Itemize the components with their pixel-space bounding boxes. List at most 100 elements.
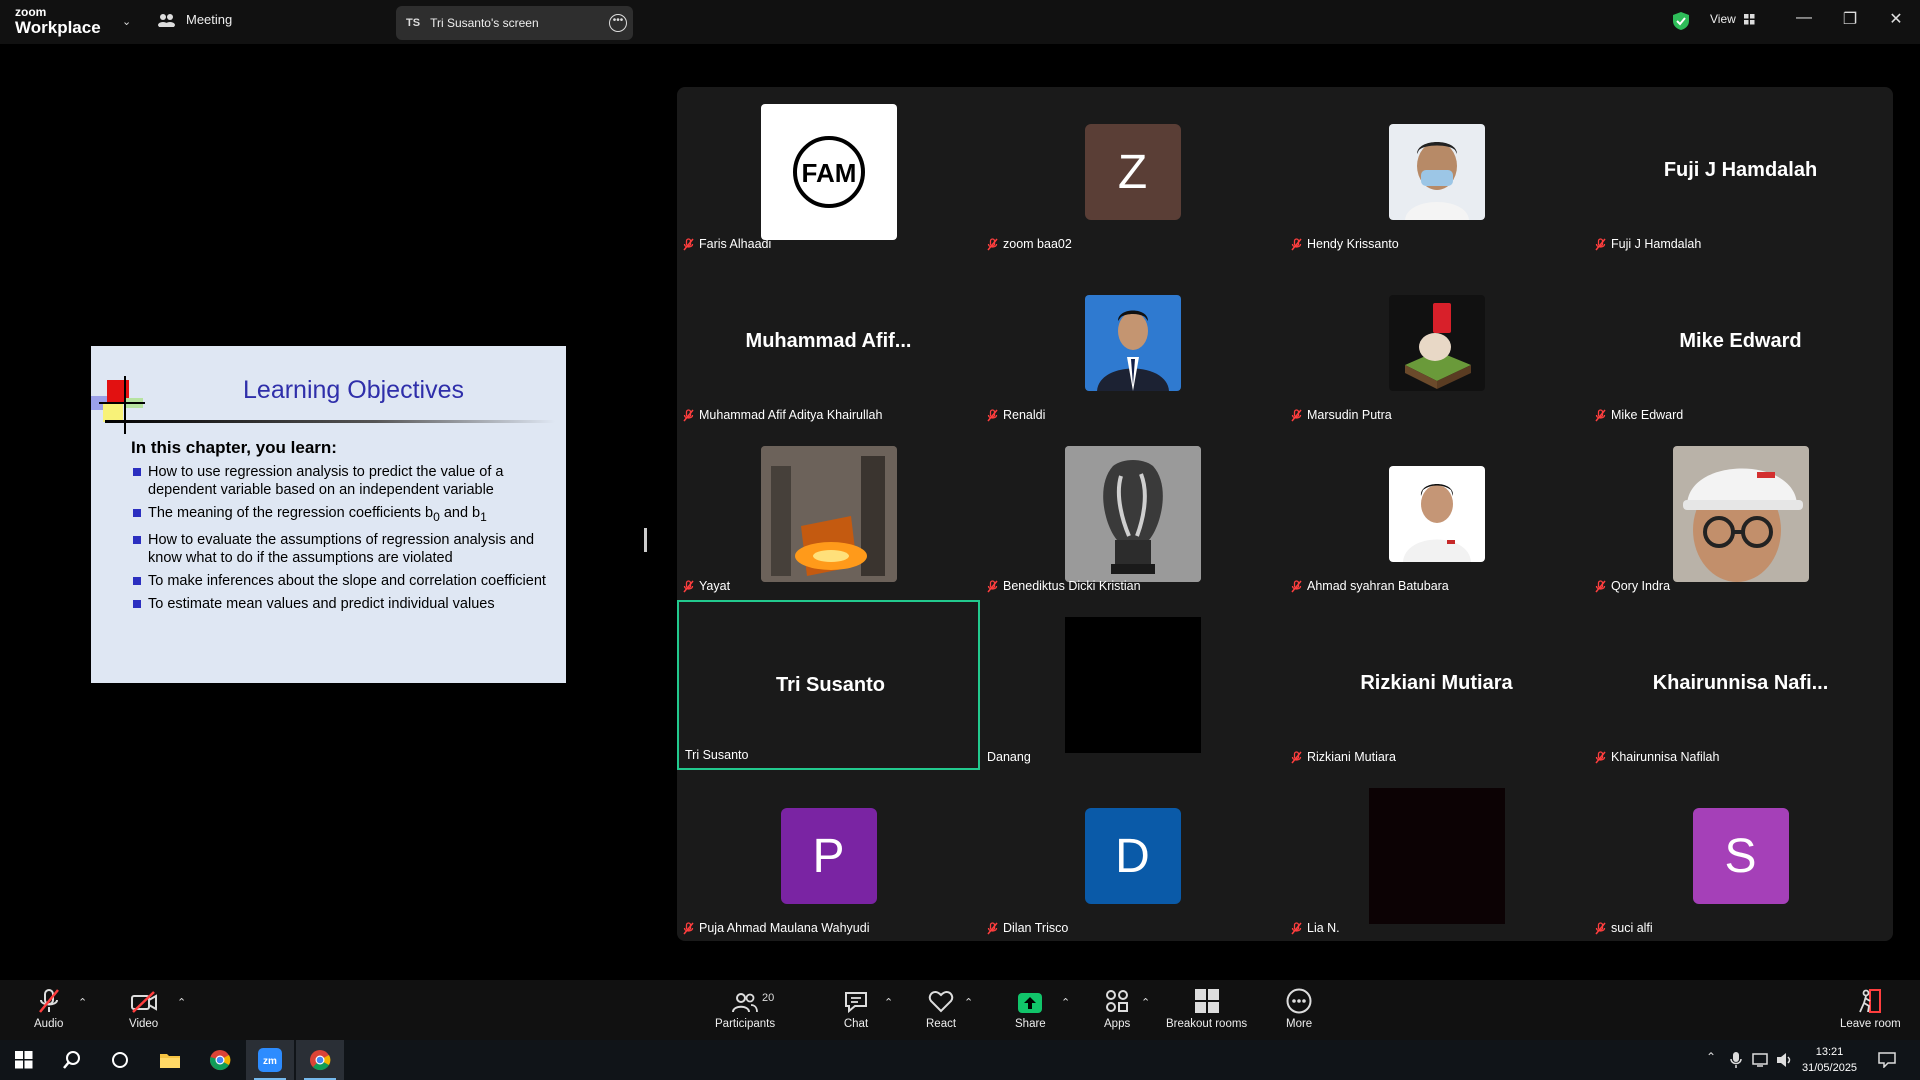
more-button[interactable]: More [1286, 988, 1312, 1030]
windows-start-icon[interactable] [0, 1040, 48, 1080]
slide-divider [105, 420, 555, 423]
slide-title: Learning Objectives [243, 376, 464, 404]
microphone-icon[interactable] [1730, 1051, 1742, 1069]
participants-count: 20 [762, 992, 775, 1004]
participant-name-label: Benediktus Dicki Kristian [987, 579, 1141, 593]
participant-name: Khairunnisa Nafilah [1611, 750, 1720, 764]
avatar [1388, 295, 1485, 391]
participant-tile[interactable]: Ssuci alfi [1589, 771, 1892, 941]
volume-icon[interactable] [1776, 1052, 1794, 1068]
mic-muted-icon [1291, 408, 1302, 421]
participant-tile[interactable]: D Dilan Trisco [981, 771, 1284, 941]
mic-muted-icon [987, 579, 998, 592]
participant-name: Ahmad syahran Batubara [1307, 579, 1449, 593]
participant-tile[interactable]: Renaldi [981, 258, 1284, 428]
apps-button[interactable]: Apps [1104, 988, 1130, 1030]
participant-tile[interactable]: FAM Faris Alhaadi [677, 87, 980, 257]
share-screen-icon [1018, 993, 1043, 1013]
avatar: D [1084, 808, 1181, 904]
minimize-icon[interactable]: — [1781, 9, 1827, 27]
network-icon[interactable] [1752, 1052, 1770, 1068]
participant-name: Fuji J Hamdalah [1611, 237, 1702, 251]
participant-name-label: Yayat [683, 579, 730, 593]
participant-tile[interactable]: Qory Indra [1589, 429, 1892, 599]
mic-muted-icon [1595, 579, 1606, 592]
zoom-app-icon[interactable]: zm [246, 1040, 294, 1080]
shared-screen-pill[interactable]: TS Tri Susanto's screen ••• [396, 6, 633, 40]
participant-name: Lia N. [1307, 921, 1340, 935]
avatar: S [1692, 808, 1789, 904]
chrome-icon[interactable] [196, 1040, 244, 1080]
slide-bullet: How to use regression analysis to predic… [131, 463, 551, 499]
video-feed [1064, 617, 1201, 753]
close-icon[interactable]: ✕ [1873, 9, 1919, 29]
meeting-menu[interactable]: Meeting [158, 12, 232, 27]
participant-tile[interactable]: Mike Edward Mike Edward [1589, 258, 1892, 428]
participant-tile[interactable]: Rizkiani Mutiara Rizkiani Mutiara [1285, 600, 1588, 770]
react-options-caret[interactable]: ⌃ [964, 996, 973, 1009]
participant-tile[interactable]: Yayat [677, 429, 980, 599]
chrome-window-icon[interactable] [296, 1040, 344, 1080]
participant-tile[interactable]: Ahmad syahran Batubara [1285, 429, 1588, 599]
avatar [1064, 446, 1201, 582]
participant-display-name: Rizkiani Mutiara [1360, 672, 1513, 694]
participants-icon [732, 993, 758, 1013]
avatar: FAM [760, 104, 897, 240]
view-button[interactable]: View [1710, 12, 1755, 26]
security-shield-icon[interactable] [1672, 11, 1690, 31]
chat-button[interactable]: Chat [843, 988, 869, 1030]
video-button[interactable]: Video [129, 988, 158, 1030]
participant-tile[interactable]: Fuji J Hamdalah Fuji J Hamdalah [1589, 87, 1892, 257]
participant-display-name: Fuji J Hamdalah [1663, 159, 1818, 181]
mic-muted-icon [1595, 408, 1606, 421]
participant-display-name: Tri Susanto [776, 674, 885, 696]
leave-room-button[interactable]: Leave room [1840, 988, 1901, 1030]
split-resize-handle[interactable] [644, 528, 647, 552]
participant-tile[interactable]: Marsudin Putra [1285, 258, 1588, 428]
share-button[interactable]: Share [1015, 988, 1046, 1030]
shared-screen-area[interactable]: Learning Objectives In this chapter, you… [6, 346, 639, 683]
more-options-icon[interactable]: ••• [609, 14, 627, 32]
chat-options-caret[interactable]: ⌃ [884, 996, 893, 1009]
participant-tile[interactable]: Benediktus Dicki Kristian [981, 429, 1284, 599]
audio-options-caret[interactable]: ⌃ [78, 996, 87, 1009]
participant-name-label: Danang [987, 750, 1031, 764]
participant-tile[interactable]: Lia N. [1285, 771, 1588, 941]
task-view-icon[interactable] [96, 1040, 144, 1080]
video-options-caret[interactable]: ⌃ [177, 996, 186, 1009]
mic-muted-icon [1595, 921, 1606, 934]
meeting-controls: Audio ⌃ Video ⌃ Participants 20 Chat ⌃ R… [0, 980, 1920, 1040]
file-explorer-icon[interactable] [146, 1040, 194, 1080]
react-button[interactable]: React [926, 988, 956, 1030]
chevron-down-icon[interactable]: ⌄ [122, 15, 131, 28]
participant-tile[interactable]: Khairunnisa Nafi... Khairunnisa Nafilah [1589, 600, 1892, 770]
mic-muted-icon [1291, 750, 1302, 763]
participant-name: Rizkiani Mutiara [1307, 750, 1396, 764]
leave-room-icon [1859, 989, 1882, 1013]
share-options-caret[interactable]: ⌃ [1061, 996, 1070, 1009]
participant-name: Puja Ahmad Maulana Wahyudi [699, 921, 870, 935]
participant-name-label: zoom baa02 [987, 237, 1072, 251]
participant-tile[interactable]: Zzoom baa02 [981, 87, 1284, 257]
slide-bullet-list: How to use regression analysis to predic… [131, 463, 551, 618]
participant-tile[interactable]: Danang [981, 600, 1284, 770]
apps-options-caret[interactable]: ⌃ [1141, 996, 1150, 1009]
restore-icon[interactable]: ❐ [1827, 9, 1873, 29]
participant-name: Muhammad Afif Aditya Khairullah [699, 408, 883, 422]
tray-overflow-icon[interactable]: ⌃ [1706, 1050, 1716, 1064]
participant-gallery: FAM Faris Alhaadi Zzoom baa02 Hendy Krissa… [677, 87, 1893, 941]
participant-tile[interactable]: P Puja Ahmad Maulana Wahyudi [677, 771, 980, 941]
brand-main: Workplace [15, 18, 101, 37]
breakout-rooms-button[interactable]: Breakout rooms [1166, 988, 1247, 1030]
mic-muted-icon [1595, 750, 1606, 763]
participant-tile[interactable]: Hendy Krissanto [1285, 87, 1588, 257]
react-heart-icon [928, 990, 954, 1013]
audio-button[interactable]: Audio [34, 988, 63, 1030]
notifications-icon[interactable] [1878, 1052, 1896, 1068]
participant-name: Tri Susanto [685, 748, 749, 762]
participant-tile[interactable]: Muhammad Afif... Muhammad Afif Aditya Kha… [677, 258, 980, 428]
system-clock[interactable]: 13:21 31/05/2025 [1802, 1044, 1857, 1076]
participant-tile[interactable]: Tri Susanto Tri Susanto [677, 600, 980, 770]
svg-text:zm: zm [263, 1056, 277, 1067]
search-icon[interactable] [48, 1040, 96, 1080]
